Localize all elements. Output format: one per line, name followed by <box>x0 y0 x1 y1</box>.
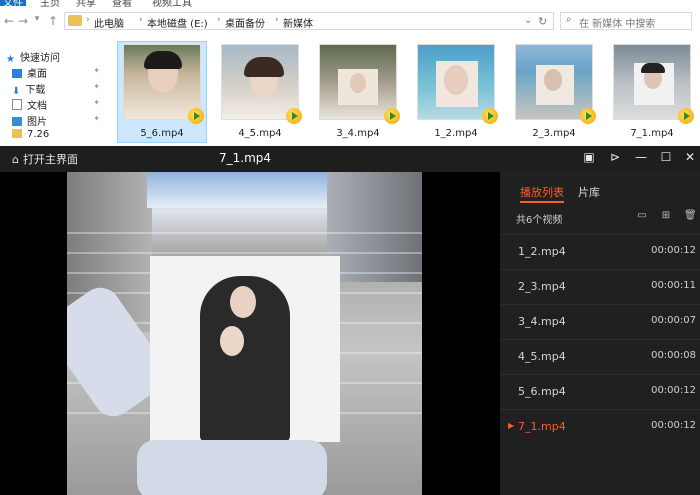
file-name: 3_4.mp4 <box>336 128 380 139</box>
maximize-icon[interactable]: ☐ <box>658 150 674 164</box>
breadcrumb-new-media[interactable]: 新媒体 <box>283 15 313 30</box>
video-thumbnail <box>515 44 593 120</box>
nav-item-folder-726[interactable]: 7.26 <box>12 129 106 145</box>
folder-icon <box>68 15 82 26</box>
media-player-icon <box>678 108 694 124</box>
file-item[interactable]: 1_2.mp4 <box>412 42 500 142</box>
address-row: ← → ▾ ↑ › 此电脑 › 本地磁盘 (E:) › 桌面备份 › 新媒体 ⌄… <box>0 10 700 34</box>
active-tab-indicator <box>520 201 564 203</box>
photo-overlay <box>150 256 340 442</box>
chevron-right-icon: › <box>275 15 279 25</box>
video-thumbnail <box>123 44 201 120</box>
forward-arrow-icon[interactable]: → <box>16 14 30 28</box>
ribbon-tab-view[interactable]: 查看 <box>112 0 132 9</box>
file-name: 7_1.mp4 <box>630 128 674 139</box>
nav-item-pictures[interactable]: 图片 ✦ <box>12 113 106 129</box>
file-explorer-window: 文件 主页 共享 查看 视频工具 ← → ▾ ↑ › 此电脑 › 本地磁盘 (E… <box>0 0 700 146</box>
delete-icon[interactable]: 🗑 <box>684 210 697 221</box>
playlist-item[interactable]: 2_3.mp4 00:00:11 <box>500 269 700 303</box>
video-frame <box>67 172 422 495</box>
nav-item-documents[interactable]: 文档 ✦ <box>12 97 106 113</box>
video-thumbnail <box>417 44 495 120</box>
breadcrumb-this-pc[interactable]: 此电脑 <box>94 15 124 30</box>
nav-item-downloads[interactable]: ⬇ 下载 ✦ <box>12 81 106 97</box>
media-player-icon <box>286 108 302 124</box>
pin-icon: ✦ <box>93 114 100 123</box>
media-player-icon <box>580 108 596 124</box>
chevron-right-icon: › <box>217 15 221 25</box>
media-player-icon <box>384 108 400 124</box>
desktop-icon <box>12 69 22 78</box>
player-title: 7_1.mp4 <box>218 151 272 165</box>
pin-icon: ✦ <box>93 98 100 107</box>
player-titlebar: ⌂ 打开主界面 7_1.mp4 ▣ ⊳ — ☐ ✕ <box>0 146 700 172</box>
dropdown-icon[interactable]: ▾ <box>30 14 44 24</box>
video-thumbnail <box>613 44 691 120</box>
refresh-icon[interactable]: ↻ <box>538 15 547 28</box>
back-arrow-icon[interactable]: ← <box>2 14 16 28</box>
file-item[interactable]: 5_6.mp4 <box>117 41 207 143</box>
document-icon <box>12 99 22 110</box>
tab-playlist[interactable]: 播放列表 <box>520 184 564 200</box>
ribbon-tab-share[interactable]: 共享 <box>76 0 96 9</box>
tab-library[interactable]: 片库 <box>578 184 600 200</box>
file-item[interactable]: 4_5.mp4 <box>216 42 304 142</box>
file-name: 4_5.mp4 <box>238 128 282 139</box>
search-placeholder: 在 新媒体 中搜索 <box>579 19 656 30</box>
download-icon: ⬇ <box>12 86 21 97</box>
playlist-item[interactable]: 3_4.mp4 00:00:07 <box>500 304 700 338</box>
chevron-down-icon[interactable]: ⌄ <box>524 15 532 26</box>
file-thumbnails: 5_6.mp4 4_5.mp4 3_4.mp4 1_2.mp4 2_3.mp4 … <box>112 41 700 146</box>
folder-icon <box>12 129 22 138</box>
now-playing-icon: ▶ <box>508 421 515 430</box>
video-display[interactable] <box>0 172 500 495</box>
video-count: 共6个视频 <box>516 215 563 226</box>
playlist-panel: 播放列表 片库 共6个视频 ▭ ⊞ 🗑 1_2.mp4 00:00:12 2_3… <box>500 172 700 495</box>
ribbon-tab-video-tools[interactable]: 视频工具 <box>152 0 192 9</box>
playlist-item[interactable]: 1_2.mp4 00:00:12 <box>500 234 700 268</box>
ribbon-tab-file[interactable]: 文件 <box>0 0 26 9</box>
search-icon: ⌕ <box>566 14 572 25</box>
navigation-pane: ★ 快速访问 桌面 ✦ ⬇ 下载 ✦ 文档 ✦ 图片 ✦ 7.26 <box>0 44 104 146</box>
breadcrumb-desktop-backup[interactable]: 桌面备份 <box>225 15 265 30</box>
video-thumbnail <box>319 44 397 120</box>
nav-item-quick-access[interactable]: ★ 快速访问 <box>6 49 100 65</box>
pin-icon[interactable]: ⊳ <box>607 150 623 164</box>
file-item[interactable]: 2_3.mp4 <box>510 42 598 142</box>
open-folder-icon[interactable]: ▭ <box>636 210 648 221</box>
up-arrow-icon[interactable]: ↑ <box>46 14 60 28</box>
close-icon[interactable]: ✕ <box>682 150 698 164</box>
nav-item-desktop[interactable]: 桌面 ✦ <box>12 65 106 81</box>
chevron-right-icon: › <box>139 15 143 25</box>
add-icon[interactable]: ⊞ <box>660 210 672 221</box>
file-name: 1_2.mp4 <box>434 128 478 139</box>
chevron-right-icon: › <box>86 15 90 25</box>
star-icon: ★ <box>6 54 15 65</box>
picture-icon <box>12 117 22 126</box>
video-thumbnail <box>221 44 299 120</box>
video-player-window: ⌂ 打开主界面 7_1.mp4 ▣ ⊳ — ☐ ✕ 播放列表 片库 共6个视频 … <box>0 146 700 495</box>
media-player-icon <box>482 108 498 124</box>
playlist-item[interactable]: 5_6.mp4 00:00:12 <box>500 374 700 408</box>
file-item[interactable]: 3_4.mp4 <box>314 42 402 142</box>
media-player-icon <box>188 108 204 124</box>
ribbon: 文件 主页 共享 查看 视频工具 <box>0 0 700 9</box>
breadcrumb-drive-e[interactable]: 本地磁盘 (E:) <box>147 15 208 30</box>
file-name: 2_3.mp4 <box>532 128 576 139</box>
pin-icon: ✦ <box>93 82 100 91</box>
address-bar[interactable]: › 此电脑 › 本地磁盘 (E:) › 桌面备份 › 新媒体 ⌄ ↻ <box>64 12 554 30</box>
search-box[interactable]: ⌕ 在 新媒体 中搜索 <box>560 12 692 30</box>
pin-icon: ✦ <box>93 66 100 75</box>
file-item[interactable]: 7_1.mp4 <box>608 42 696 142</box>
minimize-icon[interactable]: — <box>633 150 649 164</box>
file-name: 5_6.mp4 <box>140 128 184 139</box>
playlist-item-current[interactable]: ▶ 7_1.mp4 00:00:12 <box>500 409 700 443</box>
screen-icon[interactable]: ▣ <box>581 150 597 164</box>
playlist-item[interactable]: 4_5.mp4 00:00:08 <box>500 339 700 373</box>
ribbon-tab-home[interactable]: 主页 <box>40 0 60 9</box>
